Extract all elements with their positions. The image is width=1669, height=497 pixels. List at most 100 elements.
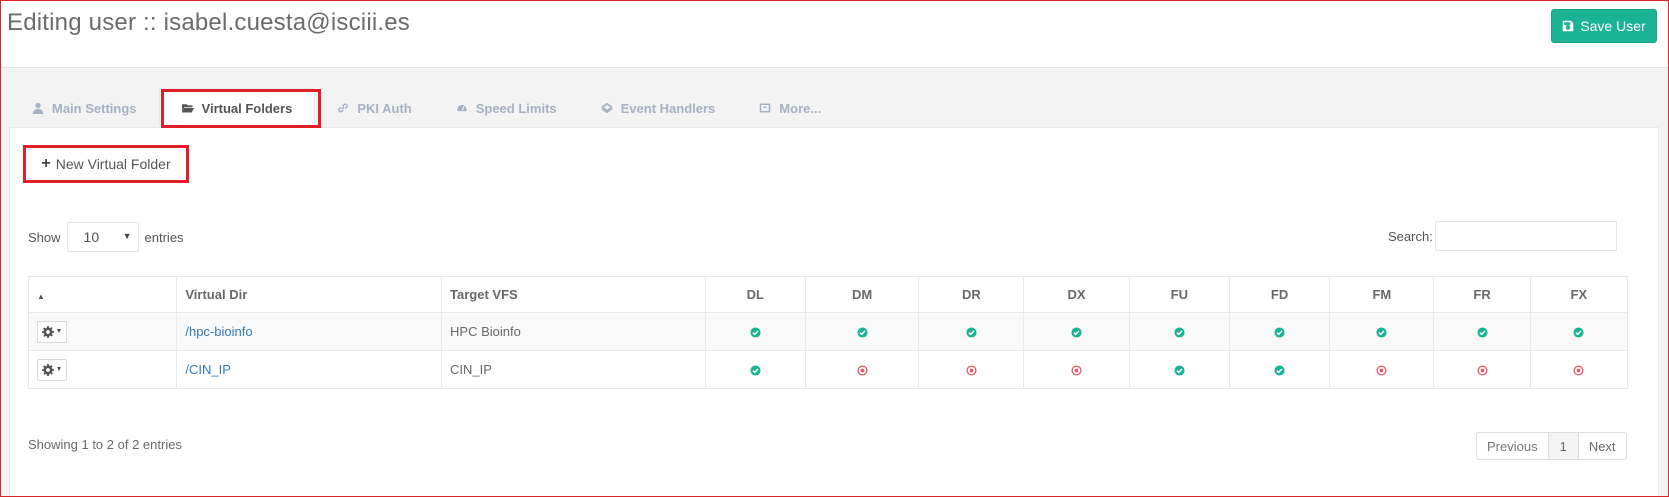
check-circle-icon	[1174, 324, 1185, 339]
check-circle-icon	[857, 324, 868, 339]
tab-label: PKI Auth	[357, 100, 412, 116]
tab-bar: Main Settings Virtual Folders PKI Auth S…	[10, 88, 843, 128]
dot-circle-icon	[1376, 362, 1387, 377]
perm-dl-cell	[704, 312, 806, 351]
save-user-label: Save User	[1580, 18, 1646, 34]
column-header-fu[interactable]: FU	[1128, 276, 1230, 313]
perm-fx-cell	[1529, 350, 1629, 389]
perm-dm-cell	[804, 350, 920, 389]
tab-pki-auth[interactable]: PKI Auth	[315, 88, 433, 128]
target-vfs-cell: HPC Bioinfo	[441, 312, 706, 351]
entries-select-value: 10	[83, 229, 100, 245]
tab-label: More...	[779, 100, 822, 116]
highlight-box-tab	[161, 89, 321, 128]
search-control: Search:	[1388, 221, 1617, 251]
entries-select[interactable]: 10 ▼	[66, 222, 139, 252]
table-info: Showing 1 to 2 of 2 entries	[28, 437, 182, 452]
caret-down-icon: ▼	[55, 366, 63, 373]
perm-fr-cell	[1433, 350, 1531, 389]
perm-fr-cell	[1433, 312, 1531, 351]
perm-fu-cell	[1128, 350, 1230, 389]
row-actions-cell: ▼	[27, 312, 178, 351]
codepen-icon	[601, 102, 612, 114]
column-header-virtual-dir[interactable]: Virtual Dir	[176, 276, 443, 313]
archive-icon	[760, 103, 771, 113]
tab-event-handlers[interactable]: Event Handlers	[579, 88, 738, 128]
highlight-box-button	[23, 145, 189, 183]
sort-up-icon: ▲	[37, 292, 45, 301]
check-circle-icon	[1274, 362, 1285, 377]
dot-circle-icon	[857, 362, 868, 377]
target-vfs-cell: CIN_IP	[441, 350, 706, 389]
check-circle-icon	[1274, 324, 1285, 339]
check-circle-icon	[1071, 324, 1082, 339]
dot-circle-icon	[1573, 362, 1584, 377]
save-icon	[1563, 20, 1574, 32]
sort-column-header[interactable]: ▲	[27, 276, 178, 313]
length-control: Show 10 ▼ entries	[28, 222, 184, 252]
column-header-fx[interactable]: FX	[1529, 276, 1629, 313]
perm-dl-cell	[704, 350, 806, 389]
dot-circle-icon	[966, 362, 977, 377]
column-header-dr[interactable]: DR	[918, 276, 1025, 313]
check-circle-icon	[1477, 324, 1488, 339]
perm-fx-cell	[1529, 312, 1629, 351]
tab-label: Main Settings	[52, 100, 137, 116]
check-circle-icon	[1174, 362, 1185, 377]
check-circle-icon	[750, 324, 761, 339]
gear-icon	[41, 325, 54, 338]
tab-label: Event Handlers	[620, 100, 716, 116]
column-header-dx[interactable]: DX	[1023, 276, 1130, 313]
perm-dx-cell	[1023, 350, 1130, 389]
check-circle-icon	[966, 324, 977, 339]
perm-fd-cell	[1228, 312, 1331, 351]
perm-dm-cell	[804, 312, 920, 351]
caret-down-icon: ▼	[55, 328, 63, 335]
column-header-dl[interactable]: DL	[704, 276, 806, 313]
page-header: Editing user :: isabel.cuesta@isciii.es …	[0, 0, 1669, 68]
column-header-fr[interactable]: FR	[1433, 276, 1531, 313]
virtual-dir-link[interactable]: /CIN_IP	[185, 362, 231, 377]
perm-fm-cell	[1329, 350, 1435, 389]
virtual-dir-link[interactable]: /hpc-bioinfo	[185, 324, 252, 339]
entries-label: entries	[144, 229, 184, 245]
check-circle-icon	[1573, 324, 1584, 339]
gear-icon	[41, 363, 54, 376]
search-label: Search:	[1388, 228, 1433, 244]
perm-fd-cell	[1228, 350, 1331, 389]
table-header-row: ▲ Virtual Dir Target VFS DL DM DR DX FU …	[27, 276, 1629, 313]
user-icon	[32, 102, 44, 114]
tab-label: Speed Limits	[475, 100, 557, 116]
column-header-fd[interactable]: FD	[1228, 276, 1331, 313]
table-row: ▼ /hpc-bioinfo HPC Bioinfo	[27, 312, 1629, 351]
column-header-fm[interactable]: FM	[1329, 276, 1435, 313]
tab-speed-limits[interactable]: Speed Limits	[434, 88, 579, 128]
column-header-dm[interactable]: DM	[804, 276, 920, 313]
pagination: Previous 1 Next	[1476, 432, 1627, 460]
table-row: ▼ /CIN_IP CIN_IP	[27, 350, 1629, 389]
virtual-folders-table: ▲ Virtual Dir Target VFS DL DM DR DX FU …	[27, 276, 1629, 389]
save-user-button[interactable]: Save User	[1551, 9, 1657, 43]
column-header-target-vfs[interactable]: Target VFS	[441, 276, 706, 313]
row-actions-button[interactable]: ▼	[37, 320, 67, 343]
page-1-button[interactable]: 1	[1547, 433, 1579, 459]
row-actions-button[interactable]: ▼	[37, 358, 67, 381]
perm-fm-cell	[1329, 312, 1435, 351]
virtual-dir-cell: /hpc-bioinfo	[176, 312, 443, 351]
tab-more[interactable]: More...	[737, 88, 843, 128]
show-label: Show	[28, 229, 61, 245]
tachometer-icon	[455, 103, 468, 113]
check-circle-icon	[1376, 324, 1387, 339]
check-circle-icon	[750, 362, 761, 377]
next-page-button[interactable]: Next	[1578, 433, 1626, 459]
dot-circle-icon	[1071, 362, 1082, 377]
tab-main-settings[interactable]: Main Settings	[10, 88, 159, 128]
perm-dr-cell	[918, 312, 1025, 351]
search-input[interactable]	[1434, 221, 1617, 251]
link-icon	[338, 103, 349, 113]
perm-dr-cell	[918, 350, 1025, 389]
caret-down-icon: ▼	[122, 231, 132, 241]
previous-page-button[interactable]: Previous	[1477, 433, 1548, 459]
row-actions-cell: ▼	[27, 350, 178, 389]
page-title: Editing user :: isabel.cuesta@isciii.es	[7, 9, 411, 36]
